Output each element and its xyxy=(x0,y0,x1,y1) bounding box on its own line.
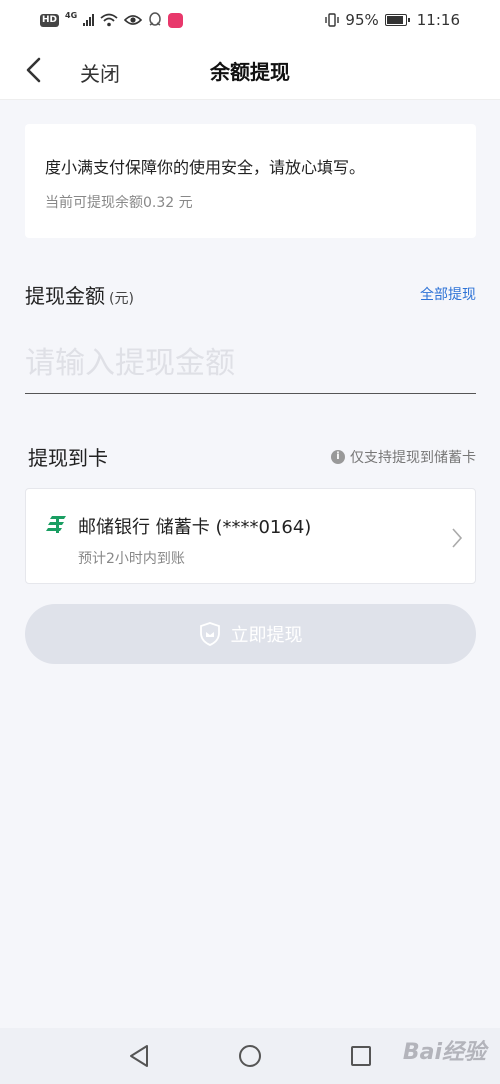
clock: 11:16 xyxy=(416,11,460,29)
security-notice-card: 度小满支付保障你的使用安全，请放心填写。 当前可提现余额0.32 元 xyxy=(25,124,476,238)
app-header: 关闭 余额提现 xyxy=(0,40,500,100)
network-type: 4G xyxy=(65,10,78,20)
status-bar: HD 4G 95% 11:16 xyxy=(0,0,500,40)
withdraw-now-label: 立即提现 xyxy=(230,625,303,646)
withdraw-all-link[interactable]: 全部提现 xyxy=(420,284,476,304)
signal-icon xyxy=(83,14,95,26)
debit-only-hint-text: 仅支持提现到储蓄卡 xyxy=(350,450,476,466)
bank-card-name: 邮储银行 储蓄卡 (****0164) xyxy=(78,517,312,538)
qq-icon xyxy=(149,12,161,26)
debit-only-hint: i 仅支持提现到储蓄卡 xyxy=(331,447,476,467)
amount-label-row: 提现金额 (元) 全部提现 xyxy=(25,280,476,310)
arrival-estimate: 预计2小时内到账 xyxy=(78,551,185,567)
page-title: 余额提现 xyxy=(210,60,290,84)
shield-icon xyxy=(199,622,220,646)
nav-back-icon[interactable] xyxy=(128,1044,150,1068)
nav-recent-apps-icon[interactable] xyxy=(351,1046,371,1066)
nav-home-icon[interactable] xyxy=(239,1045,261,1067)
info-icon: i xyxy=(331,450,345,464)
withdraw-now-button[interactable]: 立即提现 xyxy=(25,604,476,664)
app-notification-icon xyxy=(168,12,184,28)
amount-input[interactable] xyxy=(25,334,476,394)
postal-bank-logo-icon xyxy=(46,516,66,533)
vibrate-icon xyxy=(325,13,340,27)
system-nav-bar: Bai经验 xyxy=(0,1028,500,1084)
baidu-jingyan-watermark: Bai经验 xyxy=(402,1040,486,1065)
available-balance-text: 当前可提现余额0.32 元 xyxy=(45,195,193,211)
wifi-icon xyxy=(100,13,118,27)
hd-badge: HD xyxy=(40,13,60,27)
chevron-right-icon xyxy=(452,528,463,548)
amount-unit: (元) xyxy=(109,291,134,307)
amount-label: 提现金额 xyxy=(25,284,105,308)
battery-percent: 95% xyxy=(345,11,379,29)
eye-icon xyxy=(124,15,143,25)
bank-card-selector[interactable]: 邮储银行 储蓄卡 (****0164) 预计2小时内到账 xyxy=(25,488,476,584)
security-notice-text: 度小满支付保障你的使用安全，请放心填写。 xyxy=(45,158,366,177)
status-left: HD 4G xyxy=(40,10,184,28)
withdraw-to-card-label: 提现到卡 xyxy=(28,446,108,470)
withdraw-to-card-row: 提现到卡 i 仅支持提现到储蓄卡 xyxy=(28,442,476,470)
battery-icon xyxy=(384,14,410,26)
status-right: 95% 11:16 xyxy=(325,11,460,29)
